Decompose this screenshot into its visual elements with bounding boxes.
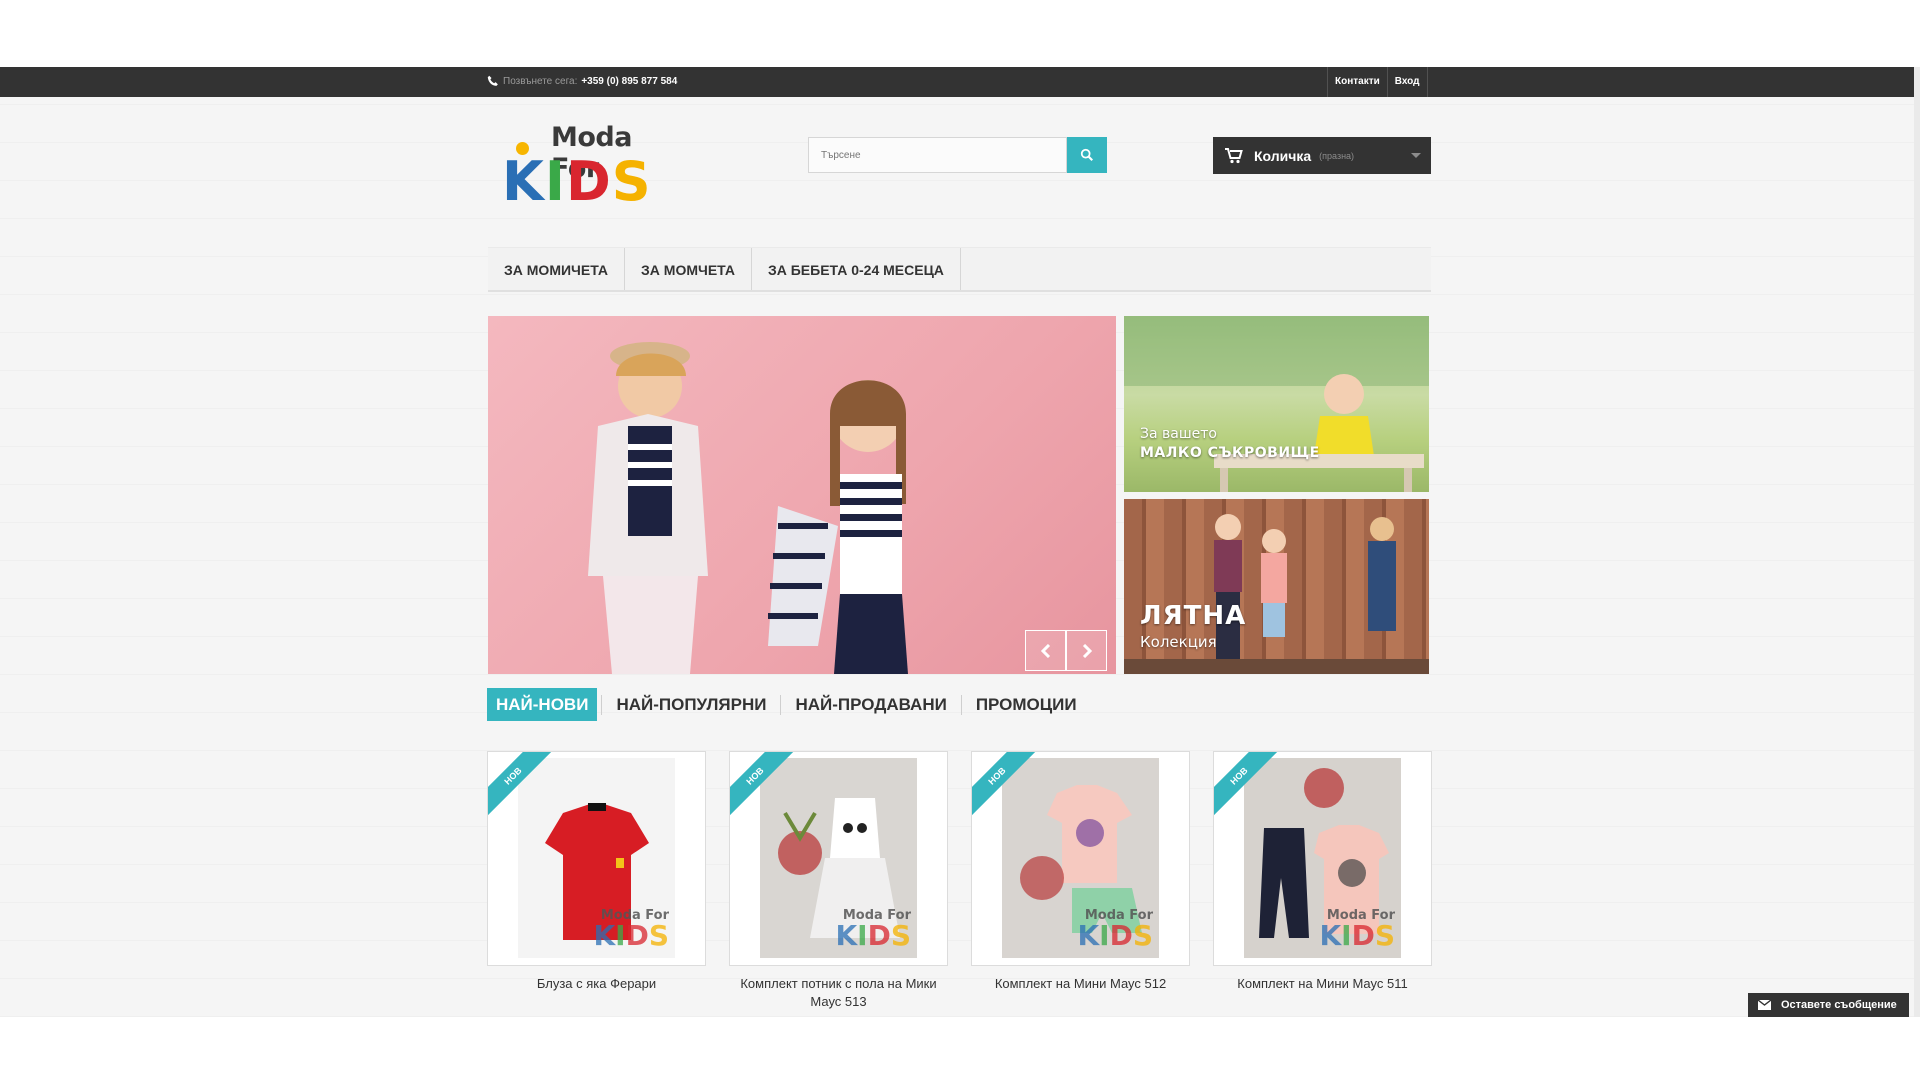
product-name[interactable]: Комплект на Мини Маус 512 bbox=[971, 975, 1190, 993]
scrollbar[interactable] bbox=[1914, 67, 1920, 1017]
tab-popular[interactable]: НАЙ-ПОПУЛЯРНИ bbox=[606, 688, 776, 721]
chevron-right-icon bbox=[1082, 643, 1092, 658]
cart-label: Количка bbox=[1254, 147, 1312, 164]
envelope-icon bbox=[1758, 1000, 1771, 1010]
product-card[interactable]: Moda For KIDS НОВ Комплект потник с пола … bbox=[729, 751, 948, 1011]
watermark-logo: Moda For KIDS bbox=[1319, 908, 1395, 952]
search-icon bbox=[1080, 148, 1093, 161]
hero-slider bbox=[488, 316, 1116, 674]
call-label: Позвънете сега: bbox=[503, 75, 578, 87]
banner-summer-line1: ЛЯТНА bbox=[1140, 601, 1247, 631]
menu-item-boys[interactable]: ЗА МОМЧЕТА bbox=[625, 248, 752, 290]
product-name[interactable]: Комплект на Мини Маус 511 bbox=[1213, 975, 1432, 993]
new-badge: НОВ bbox=[488, 752, 556, 820]
banner-treasure-line2: МАЛКО СЪКРОВИЩЕ bbox=[1140, 445, 1320, 461]
top-bar: Позвънете сега: +359 (0) 895 877 584 Кон… bbox=[0, 67, 1920, 97]
page: Позвънете сега: +359 (0) 895 877 584 Кон… bbox=[0, 67, 1920, 1017]
phone-icon bbox=[487, 75, 498, 86]
banner-summer[interactable]: ЛЯТНА Колекция bbox=[1124, 499, 1429, 674]
tab-divider bbox=[960, 694, 962, 715]
product-card[interactable]: Moda For KIDS НОВ Блуза с яка Ферари bbox=[487, 751, 706, 1011]
banner-treasure-line1: За вашето bbox=[1140, 426, 1217, 442]
phone-number[interactable]: +359 (0) 895 877 584 bbox=[581, 76, 677, 87]
watermark-logo: Moda For KIDS bbox=[835, 908, 911, 952]
slider-prev-button[interactable] bbox=[1025, 630, 1066, 671]
product-list: Moda For KIDS НОВ Блуза с яка Ферари Moda… bbox=[487, 751, 1432, 1011]
login-link[interactable]: Вход bbox=[1386, 67, 1428, 97]
product-image-frame[interactable]: Moda For KIDS НОВ bbox=[729, 751, 948, 966]
watermark-logo: Moda For KIDS bbox=[1077, 908, 1153, 952]
slider-next-button[interactable] bbox=[1066, 630, 1107, 671]
product-image-frame[interactable]: Moda For KIDS НОВ bbox=[971, 751, 1190, 966]
chevron-left-icon bbox=[1040, 643, 1050, 658]
chevron-down-icon bbox=[1411, 153, 1421, 158]
banner-image-baby bbox=[1124, 316, 1429, 492]
top-links: Контакти Вход bbox=[1327, 67, 1428, 97]
product-image-frame[interactable]: Moda For KIDS НОВ bbox=[487, 751, 706, 966]
main-menu: ЗА МОМИЧЕТА ЗА МОМЧЕТА ЗА БЕБЕТА 0-24 МЕ… bbox=[488, 247, 1431, 292]
contacts-link[interactable]: Контакти bbox=[1327, 67, 1387, 97]
product-name[interactable]: Блуза с яка Ферари bbox=[487, 975, 706, 993]
tab-divider bbox=[601, 694, 603, 715]
product-image-frame[interactable]: Moda For KIDS НОВ bbox=[1213, 751, 1432, 966]
menu-item-babies[interactable]: ЗА БЕБЕТА 0-24 МЕСЕЦА bbox=[752, 248, 961, 290]
tab-bestsellers[interactable]: НАЙ-ПРОДАВАНИ bbox=[785, 688, 956, 721]
leave-message-button[interactable]: Оставете съобщение bbox=[1748, 993, 1909, 1017]
tab-divider bbox=[780, 694, 782, 715]
banner-treasure[interactable]: За вашето МАЛКО СЪКРОВИЩЕ bbox=[1124, 316, 1429, 492]
cart-status: (празна) bbox=[1319, 150, 1355, 161]
tab-promotions[interactable]: ПРОМОЦИИ bbox=[966, 688, 1087, 721]
product-name[interactable]: Комплект потник с пола на Мики Маус 513 bbox=[729, 975, 948, 1011]
product-card[interactable]: Moda For KIDS НОВ Комплект на Мини Маус 5… bbox=[971, 751, 1190, 1011]
watermark-logo: Moda For KIDS bbox=[593, 908, 669, 952]
site-logo[interactable]: Moda For KIDS bbox=[502, 122, 672, 222]
new-badge: НОВ bbox=[972, 752, 1040, 820]
search-form bbox=[808, 137, 1107, 173]
new-badge: НОВ bbox=[1214, 752, 1282, 820]
search-button[interactable] bbox=[1067, 137, 1107, 173]
product-card[interactable]: Moda For KIDS НОВ Комплект на Мини Маус 5… bbox=[1213, 751, 1432, 1011]
slide-image-boy bbox=[588, 342, 708, 674]
leave-message-label: Оставете съобщение bbox=[1781, 999, 1897, 1011]
slide-image-girl bbox=[768, 380, 908, 674]
new-badge: НОВ bbox=[730, 752, 798, 820]
tab-newest[interactable]: НАЙ-НОВИ bbox=[487, 688, 598, 721]
logo-kids-text: KIDS bbox=[502, 150, 652, 213]
search-input[interactable] bbox=[808, 137, 1067, 173]
cart-button[interactable]: Количка (празна) bbox=[1213, 137, 1431, 174]
product-tabs: НАЙ-НОВИ НАЙ-ПОПУЛЯРНИ НАЙ-ПРОДАВАНИ ПРО… bbox=[487, 688, 1087, 721]
menu-item-girls[interactable]: ЗА МОМИЧЕТА bbox=[488, 248, 626, 290]
phone-info: Позвънете сега: +359 (0) 895 877 584 bbox=[487, 75, 677, 87]
cart-icon bbox=[1225, 147, 1243, 163]
banner-summer-line2: Колекция bbox=[1140, 633, 1217, 651]
